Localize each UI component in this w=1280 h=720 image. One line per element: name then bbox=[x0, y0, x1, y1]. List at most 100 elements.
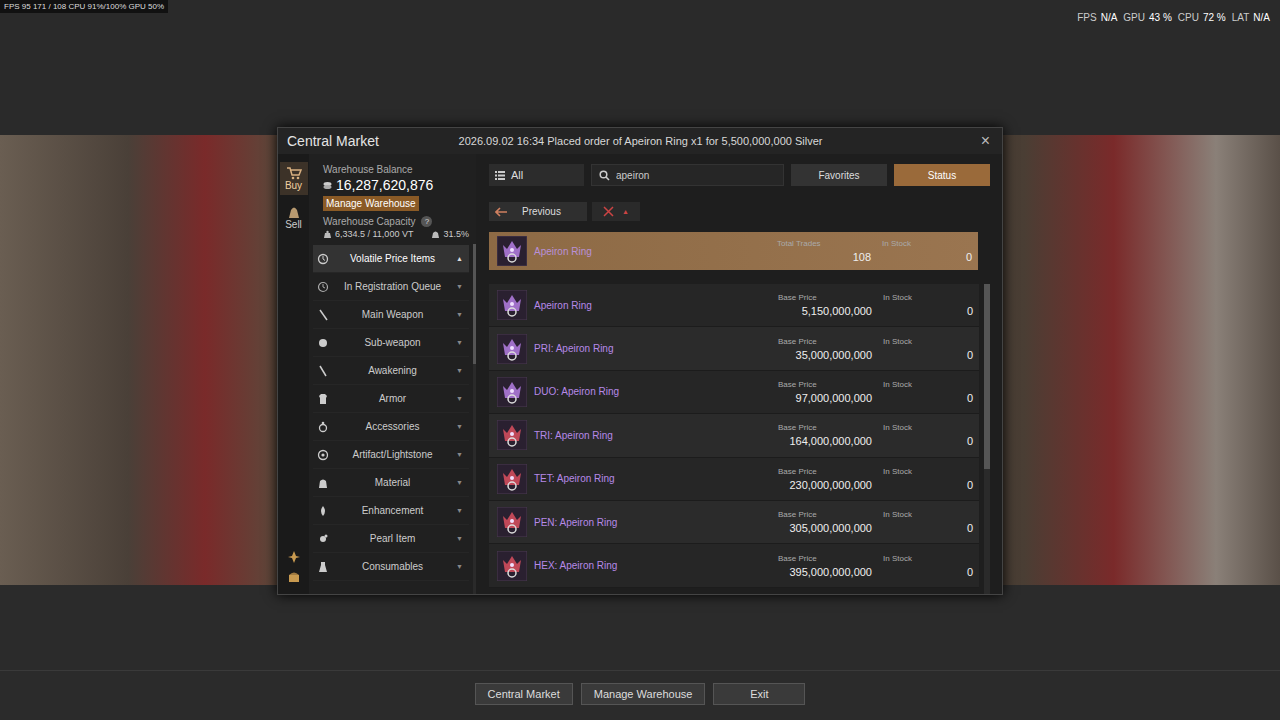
bottom-button[interactable]: Manage Warehouse bbox=[581, 683, 706, 705]
category-item[interactable]: Armor▼ bbox=[313, 385, 469, 413]
sort-button[interactable]: ▲ bbox=[592, 202, 640, 221]
item-name: DUO: Apeiron Ring bbox=[527, 386, 778, 397]
item-name: TET: Apeiron Ring bbox=[527, 473, 778, 484]
in-stock: In Stock 0 bbox=[883, 510, 973, 534]
item-row[interactable]: TRI: Apeiron RingBase Price164,000,000,0… bbox=[489, 414, 979, 457]
base-price: Base Price230,000,000,000 bbox=[778, 467, 872, 491]
base-price-value: 395,000,000,000 bbox=[778, 566, 872, 578]
tab-label: Buy bbox=[285, 180, 302, 191]
category-label: Awakening bbox=[329, 365, 456, 376]
category-label: In Registration Queue bbox=[329, 281, 456, 292]
previous-button[interactable]: Previous bbox=[489, 202, 587, 221]
ring-icon bbox=[497, 290, 527, 320]
category-item[interactable]: Main Weapon▼ bbox=[313, 301, 469, 329]
expand-arrow: ▼ bbox=[456, 479, 463, 486]
manage-warehouse-button[interactable]: Manage Warehouse bbox=[323, 196, 419, 211]
in-stock-label: In Stock bbox=[883, 510, 973, 519]
ring-icon bbox=[497, 334, 527, 364]
search-input[interactable] bbox=[616, 170, 776, 181]
category-label: Consumables bbox=[329, 561, 456, 572]
base-price-value: 35,000,000,000 bbox=[778, 349, 872, 361]
category-label: Armor bbox=[329, 393, 456, 404]
warehouse-panel: Warehouse Balance16,287,620,876Manage Wa… bbox=[309, 154, 473, 594]
category-item[interactable]: Sub-weapon▼ bbox=[313, 329, 469, 357]
stat-value: N/A bbox=[1101, 12, 1118, 23]
category-item[interactable]: Consumables▼ bbox=[313, 553, 469, 581]
base-price-label: Base Price bbox=[778, 293, 872, 302]
scrollbar[interactable] bbox=[984, 284, 990, 594]
in-stock-value: 0 bbox=[883, 435, 973, 447]
item-row[interactable]: DUO: Apeiron RingBase Price97,000,000,00… bbox=[489, 371, 979, 414]
ring-icon bbox=[497, 507, 527, 537]
capacity-percent: 31.5% bbox=[431, 229, 469, 239]
in-stock-label: In Stock bbox=[883, 337, 973, 346]
base-price: Base Price97,000,000,000 bbox=[778, 380, 872, 404]
scroll-thumb bbox=[984, 284, 990, 469]
side-tab[interactable]: Buy bbox=[280, 162, 308, 195]
base-price-label: Base Price bbox=[778, 510, 872, 519]
item-name: Apeiron Ring bbox=[527, 246, 777, 257]
close-button[interactable]: × bbox=[977, 132, 994, 150]
category-label: Accessories bbox=[329, 421, 456, 432]
perf-stats: FPSN/AGPU43 %CPU72 %LATN/A bbox=[1077, 0, 1280, 23]
ring-icon bbox=[497, 464, 527, 494]
base-price-value: 5,150,000,000 bbox=[778, 305, 872, 317]
total-trades-value: 108 bbox=[777, 251, 871, 263]
category-item[interactable]: Awakening▼ bbox=[313, 357, 469, 385]
in-stock-label: In Stock bbox=[883, 380, 973, 389]
in-stock-value: 0 bbox=[883, 522, 973, 534]
category-item[interactable]: Volatile Price Items▲ bbox=[313, 245, 469, 273]
scrollbar[interactable] bbox=[473, 244, 476, 594]
item-list-area: Apeiron RingBase Price5,150,000,000In St… bbox=[489, 284, 990, 594]
category-item[interactable]: Accessories▼ bbox=[313, 413, 469, 441]
category-item[interactable]: Enhancement▼ bbox=[313, 497, 469, 525]
base-price: Base Price35,000,000,000 bbox=[778, 337, 872, 361]
item-row[interactable]: Apeiron RingBase Price5,150,000,000In St… bbox=[489, 284, 979, 327]
item-name: PEN: Apeiron Ring bbox=[527, 517, 778, 528]
selected-item-row[interactable]: Apeiron RingTotal Trades 108 In Stock 0 bbox=[489, 232, 978, 270]
stat-value: 72 % bbox=[1203, 12, 1226, 23]
order-notice: 2026.09.02 16:34 Placed order of Apeiron… bbox=[459, 135, 823, 147]
filter-bar: All Favorites Status bbox=[489, 164, 990, 186]
item-row[interactable]: PRI: Apeiron RingBase Price35,000,000,00… bbox=[489, 327, 979, 370]
filter-button[interactable]: Favorites bbox=[791, 164, 887, 186]
category-label: Main Weapon bbox=[329, 309, 456, 320]
in-stock-label: In Stock bbox=[882, 239, 972, 248]
category-icon bbox=[317, 533, 329, 545]
category-item[interactable]: Material▼ bbox=[313, 469, 469, 497]
previous-label: Previous bbox=[522, 206, 561, 217]
category-item[interactable]: Pearl Item▼ bbox=[313, 525, 469, 553]
category-item[interactable]: In Registration Queue▼ bbox=[313, 273, 469, 301]
category-label: Sub-weapon bbox=[329, 337, 456, 348]
silver-icon bbox=[323, 181, 332, 190]
stat-value: N/A bbox=[1253, 12, 1270, 23]
item-row[interactable]: TET: Apeiron RingBase Price230,000,000,0… bbox=[489, 458, 979, 501]
item-row[interactable]: HEX: Apeiron RingBase Price395,000,000,0… bbox=[489, 544, 979, 587]
chest-icon bbox=[287, 570, 301, 584]
balance-value: 16,287,620,876 bbox=[336, 177, 433, 193]
in-stock: In Stock0 bbox=[883, 337, 973, 361]
capacity-label: Warehouse Capacity bbox=[323, 216, 415, 227]
perf-overlay: FPS 95 171 / 108 CPU 91%/100% GPU 50% bbox=[0, 0, 168, 13]
category-item[interactable]: Artifact/Lightstone▼ bbox=[313, 441, 469, 469]
bottom-button[interactable]: Exit bbox=[713, 683, 805, 705]
category-label: Enhancement bbox=[329, 505, 456, 516]
stat-label: LAT bbox=[1232, 12, 1250, 23]
back-arrow-icon bbox=[495, 207, 508, 217]
total-trades: Total Trades 108 bbox=[777, 239, 871, 263]
scroll-thumb bbox=[473, 244, 476, 364]
total-trades-label: Total Trades bbox=[777, 239, 871, 248]
ring-icon bbox=[497, 377, 527, 407]
side-tab[interactable]: Sell bbox=[280, 201, 308, 234]
sort-arrow: ▲ bbox=[622, 208, 629, 215]
category-icon bbox=[317, 337, 329, 349]
category-dropdown[interactable]: All bbox=[489, 164, 584, 186]
filter-button[interactable]: Status bbox=[894, 164, 990, 186]
in-stock-value: 0 bbox=[882, 251, 972, 263]
bottom-button[interactable]: Central Market bbox=[475, 683, 573, 705]
item-row[interactable]: PEN: Apeiron RingBase Price305,000,000,0… bbox=[489, 501, 979, 544]
base-price-value: 230,000,000,000 bbox=[778, 479, 872, 491]
help-button[interactable]: ? bbox=[421, 216, 432, 227]
stat-label: FPS bbox=[1077, 12, 1096, 23]
base-price: Base Price395,000,000,000 bbox=[778, 554, 872, 578]
